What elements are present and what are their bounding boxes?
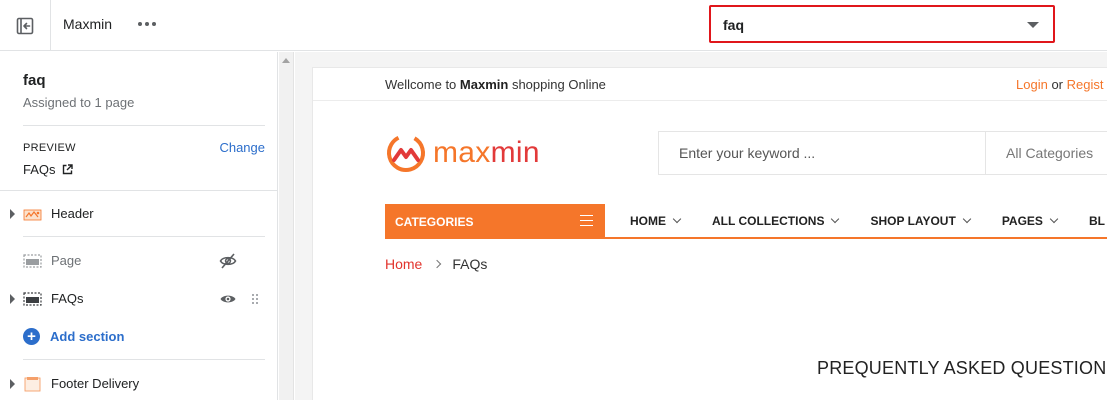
chevron-down-icon	[672, 214, 682, 224]
logo-text-part2: min	[490, 136, 540, 169]
login-link[interactable]: Login	[1016, 77, 1048, 92]
add-section-button[interactable]: + Add section	[23, 328, 124, 345]
more-dot-icon	[138, 22, 142, 26]
preview-page-link[interactable]: FAQs	[23, 162, 73, 177]
store-search-input[interactable]	[659, 132, 985, 174]
account-links: Login or Regist	[1016, 77, 1103, 92]
external-link-icon	[62, 164, 73, 175]
store-search: All Categories	[658, 131, 1107, 175]
category-select[interactable]: All Categories	[985, 132, 1093, 174]
breadcrumb: Home FAQs	[385, 256, 487, 272]
menu-item-home[interactable]: HOME	[630, 214, 682, 228]
scroll-up-arrow-icon[interactable]	[282, 58, 290, 63]
section-label: Header	[51, 206, 94, 221]
preview-label: PREVIEW	[23, 142, 76, 154]
menu-item-label: SHOP LAYOUT	[870, 214, 956, 228]
editor-topbar: Maxmin faq	[0, 0, 1107, 51]
theme-name: Maxmin	[63, 16, 113, 32]
chevron-down-icon	[831, 214, 840, 224]
logo-text-part1: max	[433, 136, 491, 169]
section-row-footer-delivery[interactable]: Footer Delivery	[0, 370, 277, 398]
section-placeholder-icon	[23, 292, 42, 306]
preview-scrollbar[interactable]	[279, 52, 294, 400]
menu-item-blog[interactable]: BL	[1089, 214, 1105, 228]
section-label: Page	[51, 253, 82, 268]
store-logo[interactable]: maxmin	[385, 132, 540, 174]
section-label: Footer Delivery	[51, 376, 140, 391]
plus-circle-icon: +	[23, 328, 40, 345]
more-actions-button[interactable]	[136, 13, 158, 35]
caret-down-icon	[1027, 22, 1039, 28]
menu-item-label: PAGES	[1001, 214, 1043, 228]
template-assignment: Assigned to 1 page	[23, 95, 135, 110]
section-label: FAQs	[51, 291, 84, 306]
main-menu: HOME ALL COLLECTIONS SHOP LAYOUT PAGES B…	[630, 214, 1105, 228]
drag-handle-icon[interactable]	[251, 293, 259, 305]
expand-caret-icon[interactable]	[10, 294, 15, 304]
change-preview-link[interactable]: Change	[219, 140, 265, 155]
menu-item-label: HOME	[630, 214, 666, 228]
chevron-down-icon	[1049, 214, 1059, 224]
breadcrumb-current: FAQs	[452, 256, 488, 272]
menu-item-all-collections[interactable]: ALL COLLECTIONS	[712, 214, 840, 228]
divider	[23, 236, 265, 237]
eye-visible-icon[interactable]	[219, 290, 237, 308]
preview-page-label: FAQs	[23, 162, 56, 177]
header-image-icon	[23, 209, 42, 221]
exit-editor-button[interactable]	[0, 0, 51, 51]
menu-item-pages[interactable]: PAGES	[1001, 214, 1059, 228]
menu-item-shop-layout[interactable]: SHOP LAYOUT	[870, 214, 972, 228]
divider	[23, 125, 265, 126]
store-preview: Wellcome to Maxmin shopping Online Login…	[312, 67, 1107, 400]
welcome-message: Wellcome to Maxmin shopping Online	[385, 77, 606, 92]
more-dot-icon	[152, 22, 156, 26]
categories-label: CATEGORIES	[395, 215, 474, 229]
welcome-brand: Maxmin	[459, 77, 509, 92]
section-row-header[interactable]: Header	[0, 200, 277, 228]
breadcrumb-home-link[interactable]: Home	[385, 256, 422, 272]
expand-caret-icon[interactable]	[10, 209, 15, 219]
expand-caret-icon[interactable]	[10, 379, 15, 389]
template-title: faq	[23, 72, 46, 89]
store-topbar: Wellcome to Maxmin shopping Online Login…	[313, 68, 1107, 101]
exit-icon	[16, 17, 34, 34]
categories-button[interactable]: CATEGORIES	[385, 204, 605, 239]
eye-hidden-icon[interactable]	[219, 252, 237, 270]
section-row-page[interactable]: Page	[0, 247, 277, 275]
menu-item-label: ALL COLLECTIONS	[712, 214, 825, 228]
add-section-label: Add section	[50, 329, 125, 344]
welcome-suffix: shopping Online	[511, 77, 606, 92]
divider	[23, 359, 265, 360]
divider	[0, 190, 277, 191]
store-navigation: CATEGORIES HOME ALL COLLECTIONS SHOP LAY…	[385, 204, 1107, 239]
page-heading: PREQUENTLY ASKED QUESTIONS	[817, 358, 1107, 378]
section-row-faqs[interactable]: FAQs	[0, 285, 277, 313]
register-link[interactable]: Regist	[1067, 77, 1104, 92]
chevron-down-icon	[962, 214, 972, 224]
chevron-right-icon	[433, 259, 442, 269]
more-dot-icon	[145, 22, 149, 26]
hamburger-icon	[580, 215, 593, 227]
template-select-value: faq	[723, 17, 744, 33]
maxmin-logo-icon	[387, 134, 425, 172]
logo-wordmark: maxmin	[433, 138, 540, 168]
or-text: or	[1051, 77, 1063, 92]
section-placeholder-icon	[23, 254, 42, 268]
welcome-prefix: Wellcome to	[385, 77, 457, 92]
menu-item-label: BL	[1088, 214, 1105, 228]
footer-image-icon	[24, 377, 41, 392]
sections-sidebar: faq Assigned to 1 page PREVIEW Change FA…	[0, 52, 278, 400]
template-select[interactable]: faq	[709, 5, 1055, 43]
